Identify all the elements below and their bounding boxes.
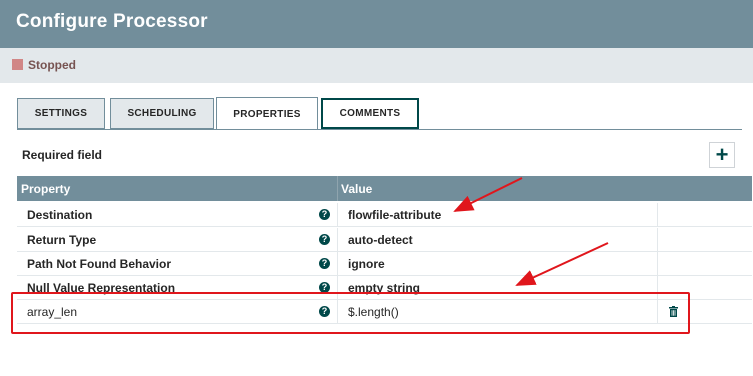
trash-icon[interactable]: [669, 306, 678, 317]
help-icon[interactable]: ?: [319, 234, 330, 245]
property-value[interactable]: empty string: [348, 281, 420, 295]
property-name: array_len: [27, 305, 78, 319]
cell-divider: [657, 203, 658, 226]
table-header: Property Value: [17, 176, 752, 201]
help-icon[interactable]: ?: [319, 306, 330, 317]
column-divider: [337, 176, 338, 201]
table-row: Null Value Representation ? empty string: [17, 276, 752, 300]
property-value[interactable]: flowfile-attribute: [348, 208, 441, 222]
property-value[interactable]: auto-detect: [348, 233, 413, 247]
tab-properties[interactable]: PROPERTIES: [216, 97, 318, 130]
cell-divider: [337, 300, 338, 323]
cell-divider: [337, 203, 338, 226]
status-bar: Stopped: [0, 48, 753, 83]
cell-divider: [657, 300, 658, 323]
tab-comments[interactable]: COMMENTS: [321, 98, 419, 129]
cell-divider: [657, 276, 658, 299]
cell-divider: [657, 252, 658, 275]
tab-settings[interactable]: SETTINGS: [17, 98, 105, 129]
cell-divider: [337, 276, 338, 299]
cell-divider: [657, 228, 658, 251]
property-name: Path Not Found Behavior: [27, 257, 171, 271]
table-row: Path Not Found Behavior ? ignore: [17, 252, 752, 276]
property-name: Null Value Representation: [27, 281, 176, 295]
property-name: Destination: [27, 208, 93, 222]
tab-divider: [17, 129, 742, 130]
column-header-property[interactable]: Property: [21, 182, 70, 196]
dialog-header: Configure Processor: [0, 0, 753, 48]
status-text: Stopped: [28, 58, 76, 72]
plus-icon: +: [715, 142, 729, 167]
cell-divider: [337, 252, 338, 275]
help-icon[interactable]: ?: [319, 209, 330, 220]
table-row: Return Type ? auto-detect: [17, 228, 752, 252]
cell-divider: [337, 228, 338, 251]
add-property-button[interactable]: +: [709, 142, 735, 168]
property-value[interactable]: $.length(): [348, 305, 399, 319]
dialog-title: Configure Processor: [16, 11, 208, 32]
table-row: Destination ? flowfile-attribute: [17, 203, 752, 227]
tab-scheduling[interactable]: SCHEDULING: [110, 98, 214, 129]
property-name: Return Type: [27, 233, 97, 247]
required-field-label: Required field: [22, 148, 103, 162]
property-value[interactable]: ignore: [348, 257, 385, 271]
table-row: array_len ? $.length(): [17, 300, 752, 324]
help-icon[interactable]: ?: [319, 258, 330, 269]
stopped-icon: [12, 59, 23, 70]
column-header-value[interactable]: Value: [341, 182, 372, 196]
help-icon[interactable]: ?: [319, 282, 330, 293]
